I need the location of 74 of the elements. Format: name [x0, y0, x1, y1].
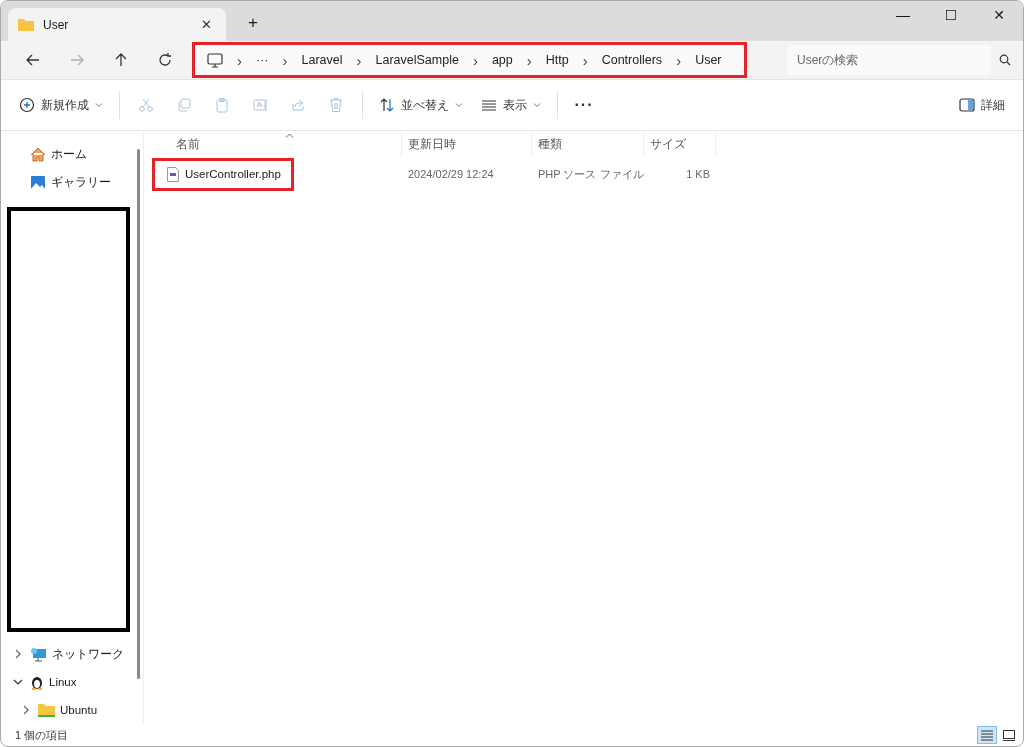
maximize-button[interactable]: ☐ — [927, 1, 975, 29]
scrollbar-thumb[interactable] — [137, 149, 140, 679]
breadcrumb-separator: › — [282, 51, 288, 69]
table-cell-text: 1 KB — [685, 168, 711, 180]
penguin-icon — [30, 674, 44, 691]
breadcrumb-separator: › — [356, 51, 362, 69]
scissors-icon — [138, 97, 154, 113]
breadcrumb-item[interactable]: app — [491, 53, 513, 67]
tab-title: User — [43, 17, 70, 32]
copy-icon — [176, 97, 192, 113]
house-icon — [30, 147, 46, 163]
close-tab-button[interactable]: ✕ — [197, 15, 216, 34]
sidebar-item[interactable]: ギャラリー — [1, 168, 134, 197]
close-button[interactable]: ✕ — [975, 1, 1023, 29]
file-name-cell[interactable]: UserController.php — [152, 157, 294, 191]
sidebar-item[interactable]: Ubuntu — [1, 696, 134, 724]
minimize-button[interactable]: — — [879, 1, 927, 29]
refresh-icon — [157, 52, 173, 68]
details-pane-button[interactable]: 詳細 — [951, 89, 1013, 121]
new-tab-button[interactable]: + — [242, 11, 264, 35]
share-icon — [290, 97, 306, 113]
address-bar[interactable]: › ··· › Laravel › LaravelSample › app › Http › Controllers › User — [192, 42, 747, 78]
sort-arrows-icon — [379, 97, 395, 113]
breadcrumb-separator: › — [526, 51, 532, 69]
side-panel-icon — [959, 98, 975, 112]
image-icon — [30, 175, 46, 191]
sidebar-item[interactable]: Linux — [1, 668, 134, 697]
list-icon — [980, 729, 994, 741]
chevron-right-icon[interactable] — [21, 705, 31, 716]
search-icon — [999, 54, 1011, 66]
breadcrumb-item[interactable]: User — [695, 53, 722, 67]
forward-arrow-icon — [69, 52, 85, 68]
item-count: 1 個の項目 — [15, 727, 69, 743]
search-field[interactable]: Userの検索 — [787, 45, 991, 75]
breadcrumb-overflow[interactable]: ··· — [256, 53, 269, 67]
sidebar-item[interactable]: ホーム — [1, 141, 134, 169]
trash-icon — [328, 97, 344, 113]
breadcrumb-item[interactable]: Http — [545, 53, 569, 67]
computer-icon — [207, 52, 223, 68]
network-icon — [30, 646, 47, 662]
breadcrumb-separator: › — [676, 51, 682, 69]
back-arrow-icon — [25, 52, 41, 68]
breadcrumb-item[interactable]: Laravel — [301, 53, 343, 67]
column-header[interactable]: 種類 — [532, 131, 644, 157]
chevron-down-icon — [455, 102, 463, 108]
column-header[interactable]: サイズ — [644, 131, 716, 157]
clipboard-icon — [214, 97, 230, 113]
table-cell-text: PHP ソース ファイル — [537, 166, 644, 182]
column-header[interactable]: 名前 — [152, 131, 402, 157]
chevron-right-icon[interactable] — [13, 649, 23, 660]
chevron-down-icon — [95, 102, 103, 108]
sort-ascending-icon — [285, 133, 294, 138]
breadcrumb-separator: › — [582, 51, 588, 69]
new-button[interactable]: 新規作成 — [11, 89, 111, 121]
breadcrumb-separator: › — [472, 51, 478, 69]
column-header[interactable]: 更新日時 — [402, 131, 532, 157]
folder-icon — [38, 703, 55, 718]
sort-button[interactable]: 並べ替え — [371, 89, 471, 121]
window-tab[interactable]: User ✕ — [8, 8, 226, 41]
window-icon — [1002, 729, 1016, 741]
folder-icon — [18, 18, 34, 31]
chevron-down-icon — [533, 102, 541, 108]
view-button[interactable]: 表示 — [473, 89, 549, 121]
more-button[interactable]: ··· — [566, 89, 602, 121]
breadcrumb-separator: › — [237, 51, 242, 69]
plus-circle-icon — [19, 97, 35, 113]
file-icon — [167, 166, 179, 182]
breadcrumb-item[interactable]: LaravelSample — [375, 53, 459, 67]
up-arrow-icon — [113, 52, 129, 68]
sidebar-item[interactable]: ネットワーク — [1, 640, 134, 669]
rename-icon — [252, 97, 268, 113]
list-icon — [481, 97, 497, 113]
table-cell-text: 2024/02/29 12:24 — [407, 168, 495, 180]
breadcrumb-item[interactable]: Controllers — [601, 53, 663, 67]
